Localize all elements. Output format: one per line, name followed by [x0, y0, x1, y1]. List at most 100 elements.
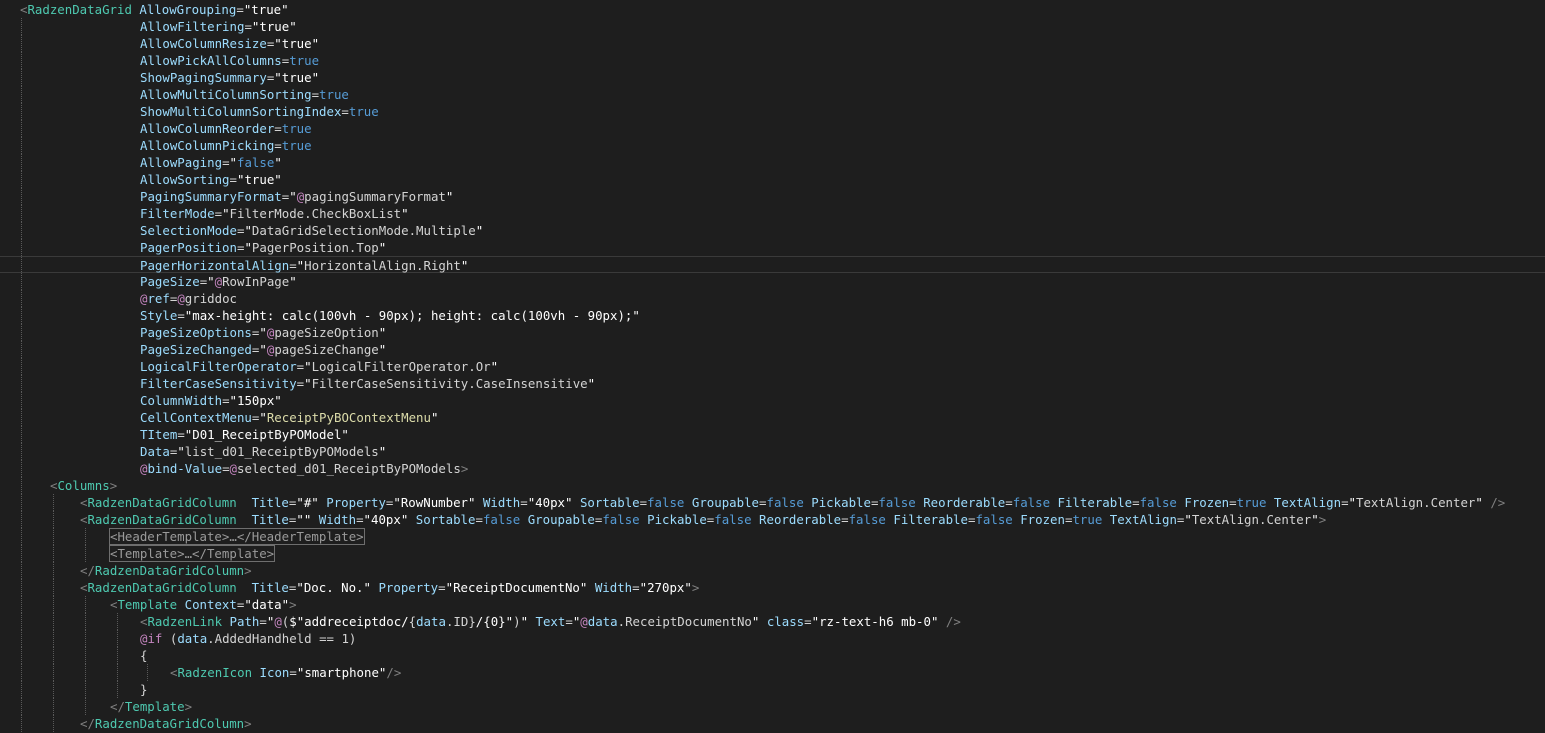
code-line[interactable]: AllowColumnPicking=true	[0, 137, 1545, 154]
code-token: "#"	[296, 495, 319, 510]
code-line[interactable]: <RadzenDataGridColumn Title="#" Property…	[0, 494, 1545, 511]
code-token: AllowSorting	[140, 172, 230, 187]
code-line[interactable]: Data="list_d01_ReceiptByPOModels"	[0, 443, 1545, 460]
indent-guide	[21, 188, 22, 205]
code-line[interactable]: @if (data.AddedHandheld == 1)	[0, 630, 1545, 647]
collapsed-region[interactable]: <Template>…</Template>	[108, 545, 276, 562]
code-line[interactable]: <HeaderTemplate>…</HeaderTemplate>	[0, 528, 1545, 545]
indent-guide	[21, 273, 22, 290]
code-line[interactable]: ShowMultiColumnSortingIndex=true	[0, 103, 1545, 120]
code-line[interactable]: <Columns>	[0, 477, 1545, 494]
code-editor[interactable]: <RadzenDataGrid AllowGrouping="true" Allo…	[0, 0, 1545, 733]
code-line[interactable]: PageSize="@RowInPage"	[0, 273, 1545, 290]
code-token: $"addreceiptdoc/	[289, 614, 409, 629]
code-line[interactable]: AllowFiltering="true"	[0, 18, 1545, 35]
code-line[interactable]: <RadzenIcon Icon="smartphone"/>	[0, 664, 1545, 681]
indent-guide	[53, 562, 54, 579]
code-token: Width	[594, 580, 633, 595]
code-line[interactable]: TItem="D01_ReceiptByPOModel"	[0, 426, 1545, 443]
code-line[interactable]: SelectionMode="DataGridSelectionMode.Mul…	[0, 222, 1545, 239]
code-line[interactable]: <RadzenLink Path="@($"addreceiptdoc/{dat…	[0, 613, 1545, 630]
code-line[interactable]: FilterCaseSensitivity="FilterCaseSensiti…	[0, 375, 1545, 392]
code-text: <HeaderTemplate>…</HeaderTemplate>	[109, 528, 365, 545]
code-token: true	[1072, 512, 1103, 527]
code-line[interactable]: </RadzenDataGridColumn>	[0, 715, 1545, 732]
code-text: LogicalFilterOperator="LogicalFilterOper…	[140, 358, 498, 375]
code-line[interactable]: ColumnWidth="150px"	[0, 392, 1545, 409]
code-token: "smartphone"	[296, 665, 387, 680]
code-token: />	[386, 665, 402, 680]
code-text: @ref=@griddoc	[140, 290, 237, 307]
code-token: RadzenDataGridColumn	[87, 580, 237, 595]
code-token: bind-Value	[147, 461, 223, 476]
code-line[interactable]: <RadzenDataGridColumn Title="Doc. No." P…	[0, 579, 1545, 596]
code-line[interactable]: CellContextMenu="ReceiptPyBOContextMenu"	[0, 409, 1545, 426]
code-text: TItem="D01_ReceiptByPOModel"	[140, 426, 349, 443]
code-line[interactable]: PagerPosition="PagerPosition.Top"	[0, 239, 1545, 256]
code-line[interactable]: }	[0, 681, 1545, 698]
code-token: "	[304, 359, 312, 374]
code-token: == 1)	[311, 631, 357, 646]
code-line[interactable]: </RadzenDataGridColumn>	[0, 562, 1545, 579]
indent-guide	[53, 511, 54, 528]
indent-guide	[21, 545, 22, 562]
code-line[interactable]: Style="max-height: calc(100vh - 90px); h…	[0, 307, 1545, 324]
code-token: }	[140, 682, 148, 697]
code-token: =	[565, 614, 573, 629]
code-line[interactable]: PageSizeChanged="@pageSizeChange"	[0, 341, 1545, 358]
code-line[interactable]: {	[0, 647, 1545, 664]
code-line[interactable]: AllowSorting="true"	[0, 171, 1545, 188]
code-line[interactable]: AllowPaging="false"	[0, 154, 1545, 171]
code-token: .	[468, 359, 476, 374]
code-line[interactable]: AllowColumnResize="true"	[0, 35, 1545, 52]
code-line[interactable]: <Template>…</Template>	[0, 545, 1545, 562]
code-token: AllowFiltering	[140, 19, 245, 34]
code-token: "	[378, 342, 387, 357]
code-token: RowInPage	[222, 274, 290, 289]
code-line[interactable]: @ref=@griddoc	[0, 290, 1545, 307]
code-token: false	[766, 495, 804, 510]
code-token: =	[274, 121, 282, 136]
code-token: >	[691, 580, 700, 595]
code-line[interactable]: PagerHorizontalAlign= " HorizontalAlign.Ri…	[0, 256, 1545, 274]
code-token: @	[214, 274, 223, 289]
code-line[interactable]: PagingSummaryFormat="@pagingSummaryForma…	[0, 188, 1545, 205]
code-line[interactable]: </Template>	[0, 698, 1545, 715]
code-text: }	[140, 681, 147, 698]
code-token: "	[587, 376, 596, 391]
code-token: true	[281, 121, 312, 136]
code-text: AllowColumnReorder=true	[140, 120, 312, 137]
indent-guide	[53, 698, 54, 715]
code-token: RadzenDataGridColumn	[94, 716, 245, 731]
code-token: AllowColumnResize	[140, 36, 267, 51]
code-token: pageSizeOption	[274, 325, 379, 340]
indent-guide	[21, 341, 22, 358]
code-line[interactable]: LogicalFilterOperator="LogicalFilterOper…	[0, 358, 1545, 375]
code-token: TItem	[140, 427, 178, 442]
collapsed-region[interactable]: <HeaderTemplate>…</HeaderTemplate>	[109, 528, 365, 545]
code-line[interactable]: <RadzenDataGrid AllowGrouping="true"	[0, 1, 1545, 18]
code-token: false	[602, 512, 640, 527]
indent-guide	[21, 52, 22, 69]
code-token: ID	[453, 614, 469, 629]
code-token: }	[468, 614, 476, 629]
code-token: =	[177, 308, 185, 323]
code-token: =	[341, 104, 349, 119]
code-line[interactable]: AllowPickAllColumns=true	[0, 52, 1545, 69]
code-line[interactable]: AllowMultiColumnSorting=true	[0, 86, 1545, 103]
code-line[interactable]: ShowPagingSummary="true"	[0, 69, 1545, 86]
code-line[interactable]: <Template Context="data">	[0, 596, 1545, 613]
code-token: true	[1236, 495, 1267, 510]
code-token: "	[259, 410, 267, 425]
code-line[interactable]: PageSizeOptions="@pageSizeOption"	[0, 324, 1545, 341]
code-line[interactable]: <RadzenDataGridColumn Title="" Width="40…	[0, 511, 1545, 528]
code-line[interactable]: @bind-Value=@selected_d01_ReceiptByPOMod…	[0, 460, 1545, 477]
code-token: PagerPosition	[251, 240, 349, 255]
code-token: >	[109, 478, 118, 493]
code-token: Property	[378, 580, 439, 595]
code-line[interactable]: FilterMode="FilterMode.CheckBoxList"	[0, 205, 1545, 222]
code-line[interactable]: AllowColumnReorder=true	[0, 120, 1545, 137]
indent-guide	[21, 35, 22, 52]
indent-guide	[53, 596, 54, 613]
